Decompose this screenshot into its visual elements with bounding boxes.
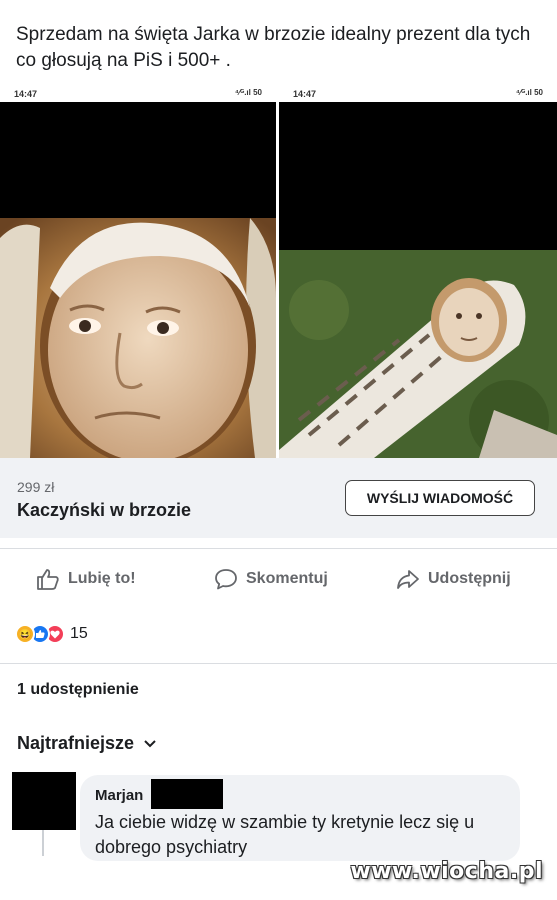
reactions-summary[interactable]: 😆 15 [15,624,88,644]
signal-battery-icon: ⁴⁄ᴳ.ıl 50 [234,88,262,97]
status-time: 14:47 [293,89,317,99]
haha-icon: 😆 [15,624,35,644]
reactions-count: 15 [70,625,88,642]
post-text: Sprzedam na święta Jarka w brzozie ideal… [16,24,531,71]
status-bar: 14:47 ⁴⁄ᴳ.ıl 50 [0,84,276,102]
comment-bubble: Marjan Ja ciebie widzę w szambie ty kret… [80,775,520,861]
thread-line [42,830,44,856]
share-arrow-icon [397,570,419,589]
redacted-surname [151,779,223,809]
comment-label: Skomentuj [246,570,328,587]
share-label: Udostępnij [428,570,511,587]
chevron-down-icon [144,739,156,747]
send-message-button[interactable]: WYŚLIJ WIADOMOŚĆ [345,480,535,516]
status-time: 14:47 [14,89,38,99]
listing-price: 299 zł [17,479,55,495]
divider [0,548,557,549]
like-button[interactable]: Lubię to! [36,568,136,590]
listing-info-panel: 299 zł Kaczyński w brzozie WYŚLIJ WIADOM… [0,458,557,538]
comment-text: Ja ciebie widzę w szambie ty kretynie le… [95,812,475,857]
share-button[interactable]: Udostępnij [396,568,511,590]
signal-battery-icon: ⁴⁄ᴳ.ıl 50 [515,88,543,97]
thumbs-up-icon [37,569,59,590]
action-bar: Lubię to! Skomentuj Udostępnij [0,560,557,604]
comment-sort-dropdown[interactable]: Najtrafniejsze [17,733,156,754]
divider [0,663,557,664]
carved-face-closeup-image [0,218,276,458]
shares-count[interactable]: 1 udostępnienie [17,681,139,699]
listing-title: Kaczyński w brzozie [17,500,192,520]
comment-button[interactable]: Skomentuj [214,568,328,590]
carved-birch-log-image [279,250,557,458]
screenshot-left[interactable]: 14:47 ⁴⁄ᴳ.ıl 50 [0,84,276,458]
status-bar: 14:47 ⁴⁄ᴳ.ıl 50 [279,84,557,102]
screenshot-right[interactable]: 14:47 ⁴⁄ᴳ.ıl 50 [279,84,557,458]
sort-label: Najtrafniejsze [17,733,135,753]
watermark: www.wiocha.pl [350,859,543,884]
commenter-avatar[interactable] [12,772,76,830]
comment-author[interactable]: Marjan [95,787,143,804]
like-label: Lubię to! [68,570,136,587]
comment-bubble-icon [215,569,237,590]
